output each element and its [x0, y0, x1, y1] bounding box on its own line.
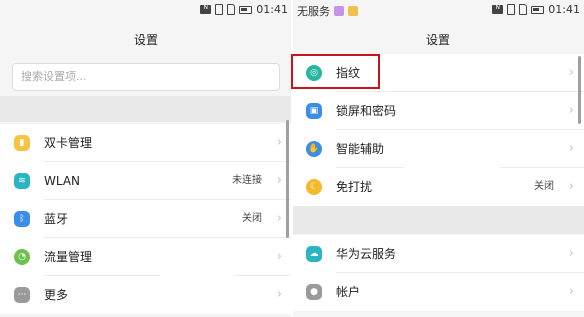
- item-value: 未连接: [232, 175, 262, 186]
- panel-divider: [291, 0, 293, 317]
- status-left-group: 无服务: [297, 3, 358, 19]
- chevron-right-icon: ›: [568, 141, 574, 156]
- cloud-icon: ☁: [306, 246, 322, 262]
- settings-item-huawei-cloud[interactable]: ☁ 华为云服务 ›: [292, 235, 584, 273]
- account-icon: ●: [306, 284, 322, 300]
- item-label: 锁屏和密码: [336, 104, 397, 118]
- settings-item-bluetooth[interactable]: ᛒ 蓝牙 关闭 ›: [0, 200, 292, 238]
- item-value: 关闭: [534, 181, 554, 192]
- scrollbar[interactable]: [286, 120, 289, 238]
- status-time: 01:41: [548, 3, 580, 16]
- chevron-right-icon: ›: [568, 246, 574, 261]
- sim-icon: [227, 4, 236, 15]
- nfc-icon: N: [200, 5, 212, 14]
- chevron-right-icon: ›: [276, 135, 282, 150]
- sim-icon: [519, 4, 528, 15]
- chevron-right-icon: ›: [276, 249, 282, 264]
- item-value: 关闭: [242, 213, 262, 224]
- settings-item-wlan[interactable]: ≋ WLAN 未连接 ›: [0, 162, 292, 200]
- item-label: 帐户: [336, 285, 361, 299]
- settings-item-more[interactable]: ··· 更多 ›: [0, 276, 292, 314]
- status-bar: N 01:41: [0, 0, 292, 20]
- nfc-icon: N: [492, 5, 504, 14]
- chevron-right-icon: ›: [568, 65, 574, 80]
- highlight-box: [291, 54, 380, 89]
- settings-item-data-usage[interactable]: ◔ 流量管理 ›: [0, 238, 292, 276]
- item-label: 智能辅助: [336, 142, 385, 156]
- chevron-right-icon: ›: [276, 287, 282, 302]
- item-label: 免打扰: [336, 180, 373, 194]
- item-label: 更多: [44, 288, 69, 302]
- vibrate-icon: [215, 4, 224, 15]
- page-title: 设置: [133, 33, 158, 47]
- scrollbar[interactable]: [578, 56, 581, 124]
- status-bar: 无服务 N 01:41: [292, 0, 584, 20]
- left-settings-panel: N 01:41 设置 搜索设置项... ▮ 双卡管理 › ≋ WLAN 未连接 …: [0, 0, 292, 317]
- carrier-status: 无服务: [297, 5, 330, 18]
- status-time: 01:41: [256, 3, 288, 16]
- sim-card-icon: ▮: [14, 135, 30, 151]
- data-usage-icon: ◔: [14, 249, 30, 265]
- section-gap: [292, 206, 584, 234]
- search-input[interactable]: 搜索设置项...: [12, 63, 280, 91]
- notification-icon: [348, 6, 358, 16]
- settings-item-lock-screen[interactable]: ▣ 锁屏和密码 ›: [292, 92, 584, 130]
- item-label: 华为云服务: [336, 247, 397, 261]
- chevron-right-icon: ›: [276, 173, 282, 188]
- notification-icon: [334, 6, 344, 16]
- more-icon: ···: [14, 287, 30, 303]
- chevron-right-icon: ›: [568, 179, 574, 194]
- wifi-icon: ≋: [14, 173, 30, 189]
- chevron-right-icon: ›: [568, 103, 574, 118]
- item-label: WLAN: [44, 174, 81, 188]
- section-gap: [0, 96, 292, 122]
- hand-icon: ✋: [306, 141, 322, 157]
- bluetooth-icon: ᛒ: [14, 211, 30, 227]
- lock-icon: ▣: [306, 103, 322, 119]
- redaction-patch: [404, 141, 500, 179]
- settings-item-account[interactable]: ● 帐户 ›: [292, 273, 584, 311]
- item-label: 蓝牙: [44, 212, 69, 226]
- item-label: 双卡管理: [44, 136, 93, 150]
- chevron-right-icon: ›: [276, 211, 282, 226]
- battery-icon: [531, 5, 545, 14]
- chevron-right-icon: ›: [568, 284, 574, 299]
- settings-item-dual-sim[interactable]: ▮ 双卡管理 ›: [0, 124, 292, 162]
- right-settings-panel: 无服务 N 01:41 设置 ◎ 指纹 › ▣ 锁屏和密码 › ✋ 智能辅助 ›…: [292, 0, 584, 317]
- redaction-patch: [160, 272, 235, 300]
- item-label: 流量管理: [44, 250, 93, 264]
- status-icons: N 01:41: [200, 3, 288, 16]
- battery-icon: [239, 5, 253, 14]
- status-icons: N 01:41: [492, 3, 580, 16]
- vibrate-icon: [507, 4, 516, 15]
- moon-icon: ☾: [306, 179, 322, 195]
